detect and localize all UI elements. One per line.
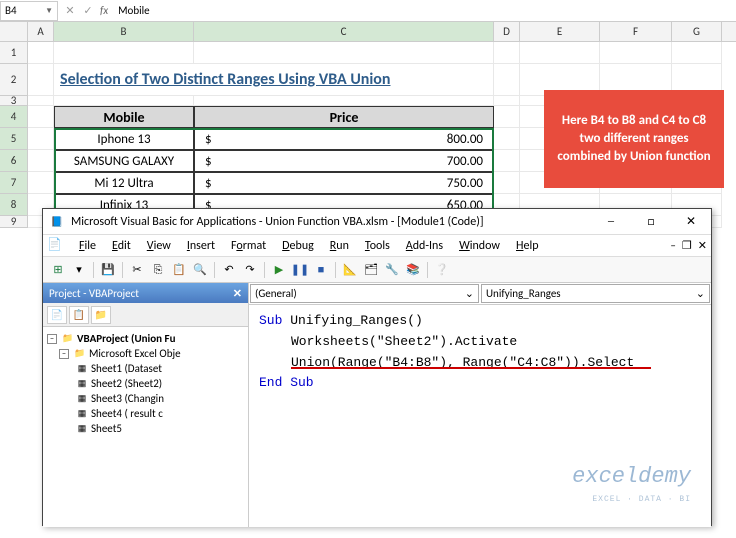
row-header[interactable]: 2 (0, 64, 28, 96)
save-icon[interactable]: 💾 (99, 261, 117, 279)
dropdown-icon[interactable]: ▾ (70, 261, 88, 279)
menu-window[interactable]: Window (451, 237, 508, 255)
break-icon[interactable]: ❚❚ (291, 261, 309, 279)
row-header[interactable]: 4 (0, 106, 28, 128)
vb-module-icon: 📄 (47, 237, 65, 255)
name-box-dropdown-icon: ▼ (45, 6, 53, 16)
table-cell[interactable]: $700.00 (194, 150, 494, 172)
close-project-panel-icon[interactable]: ✕ (233, 287, 242, 300)
find-icon[interactable]: 🔍 (191, 261, 209, 279)
callout-box: Here B4 to B8 and C4 to C8 two different… (544, 90, 724, 188)
mdi-restore-icon[interactable]: ❐ (682, 239, 692, 252)
select-all-corner[interactable] (0, 22, 28, 41)
row-header[interactable]: 3 (0, 96, 28, 106)
col-header-b[interactable]: B (54, 22, 194, 41)
mdi-minimize-icon[interactable]: – (670, 239, 675, 252)
menu-debug[interactable]: Debug (274, 237, 322, 255)
cancel-formula-icon: ✕ (62, 3, 78, 19)
table-cell[interactable]: $800.00 (194, 128, 494, 150)
chevron-down-icon: ⌄ (465, 287, 474, 300)
properties-icon[interactable]: 🔧 (383, 261, 401, 279)
fx-icon[interactable]: fx (100, 4, 108, 17)
tree-sheet[interactable]: ▦Sheet5 (47, 421, 244, 436)
cut-icon[interactable]: ✂ (128, 261, 146, 279)
view-code-icon[interactable]: 📄 (47, 306, 67, 324)
maximize-button[interactable]: □ (637, 213, 665, 231)
object-dropdown[interactable]: (General)⌄ (250, 284, 479, 303)
col-header-f[interactable]: F (600, 22, 672, 41)
col-header-d[interactable]: D (494, 22, 520, 41)
view-object-icon[interactable]: 📋 (69, 306, 89, 324)
table-cell[interactable]: SAMSUNG GALAXY (54, 150, 194, 172)
reset-icon[interactable]: ■ (312, 261, 330, 279)
mdi-close-icon[interactable]: ✕ (698, 239, 707, 252)
code-editor[interactable]: Sub Unifying_Ranges() Worksheets("Sheet2… (249, 305, 711, 527)
tree-sheet[interactable]: ▦Sheet3 (Changin (47, 391, 244, 406)
menu-edit[interactable]: Edit (104, 237, 139, 255)
table-header-mobile[interactable]: Mobile (54, 106, 194, 128)
object-browser-icon[interactable]: 📚 (404, 261, 422, 279)
menu-insert[interactable]: Insert (179, 237, 223, 255)
code-highlight-underline (291, 367, 651, 369)
col-header-g[interactable]: G (672, 22, 722, 41)
menu-view[interactable]: View (139, 237, 179, 255)
design-mode-icon[interactable]: 📐 (341, 261, 359, 279)
formula-bar[interactable]: Mobile (112, 2, 736, 19)
project-explorer: Project - VBAProject ✕ 📄 📋 📁 −📁VBAProjec… (43, 283, 249, 527)
table-header-price[interactable]: Price (194, 106, 494, 128)
name-box[interactable]: B4 ▼ (0, 1, 58, 21)
vb-app-icon: 📘 (49, 214, 65, 230)
copy-icon[interactable]: ⎘ (149, 261, 167, 279)
watermark: exceldemy EXCEL · DATA · BI (572, 459, 691, 507)
procedure-dropdown[interactable]: Unifying_Ranges⌄ (481, 284, 710, 303)
row-header[interactable]: 5 (0, 128, 28, 150)
view-excel-icon[interactable]: ⊞ (49, 261, 67, 279)
menu-addins[interactable]: Add-Ins (398, 237, 451, 255)
menu-run[interactable]: Run (322, 237, 357, 255)
project-panel-title: Project - VBAProject (49, 287, 139, 300)
row-header[interactable]: 1 (0, 42, 28, 64)
row-header[interactable]: 7 (0, 172, 28, 194)
run-icon[interactable]: ▶ (270, 261, 288, 279)
tree-sheet[interactable]: ▦Sheet2 (Sheet2) (47, 376, 244, 391)
minimize-button[interactable]: ─ (597, 213, 625, 231)
project-explorer-icon[interactable]: 🗂 (362, 261, 380, 279)
chevron-down-icon: ⌄ (696, 287, 705, 300)
paste-icon[interactable]: 📋 (170, 261, 188, 279)
row-header[interactable]: 6 (0, 150, 28, 172)
menu-format[interactable]: Format (223, 237, 274, 255)
menu-tools[interactable]: Tools (357, 237, 398, 255)
vbe-window: 📘 Microsoft Visual Basic for Application… (42, 208, 712, 526)
table-cell[interactable]: $750.00 (194, 172, 494, 194)
undo-icon[interactable]: ↶ (220, 261, 238, 279)
toggle-folders-icon[interactable]: 📁 (91, 306, 111, 324)
page-title[interactable]: Selection of Two Distinct Ranges Using V… (54, 64, 494, 96)
close-button[interactable]: ✕ (677, 213, 705, 231)
col-header-a[interactable]: A (28, 22, 54, 41)
row-header[interactable]: 8 (0, 194, 28, 216)
tree-sheet[interactable]: ▦Sheet1 (Dataset (47, 361, 244, 376)
col-header-e[interactable]: E (520, 22, 600, 41)
col-header-c[interactable]: C (194, 22, 494, 41)
tree-project[interactable]: −📁VBAProject (Union Fu (47, 331, 244, 346)
accept-formula-icon: ✓ (80, 3, 96, 19)
menu-file[interactable]: File (71, 237, 104, 255)
help-icon[interactable]: ❔ (433, 261, 451, 279)
menu-help[interactable]: Help (508, 237, 547, 255)
table-cell[interactable]: Iphone 13 (54, 128, 194, 150)
vbe-title: Microsoft Visual Basic for Applications … (71, 215, 597, 229)
row-header[interactable]: 9 (0, 216, 28, 228)
redo-icon[interactable]: ↷ (241, 261, 259, 279)
tree-sheet[interactable]: ▦Sheet4 ( result c (47, 406, 244, 421)
table-cell[interactable]: Mi 12 Ultra (54, 172, 194, 194)
tree-folder[interactable]: −📁Microsoft Excel Obje (47, 346, 244, 361)
